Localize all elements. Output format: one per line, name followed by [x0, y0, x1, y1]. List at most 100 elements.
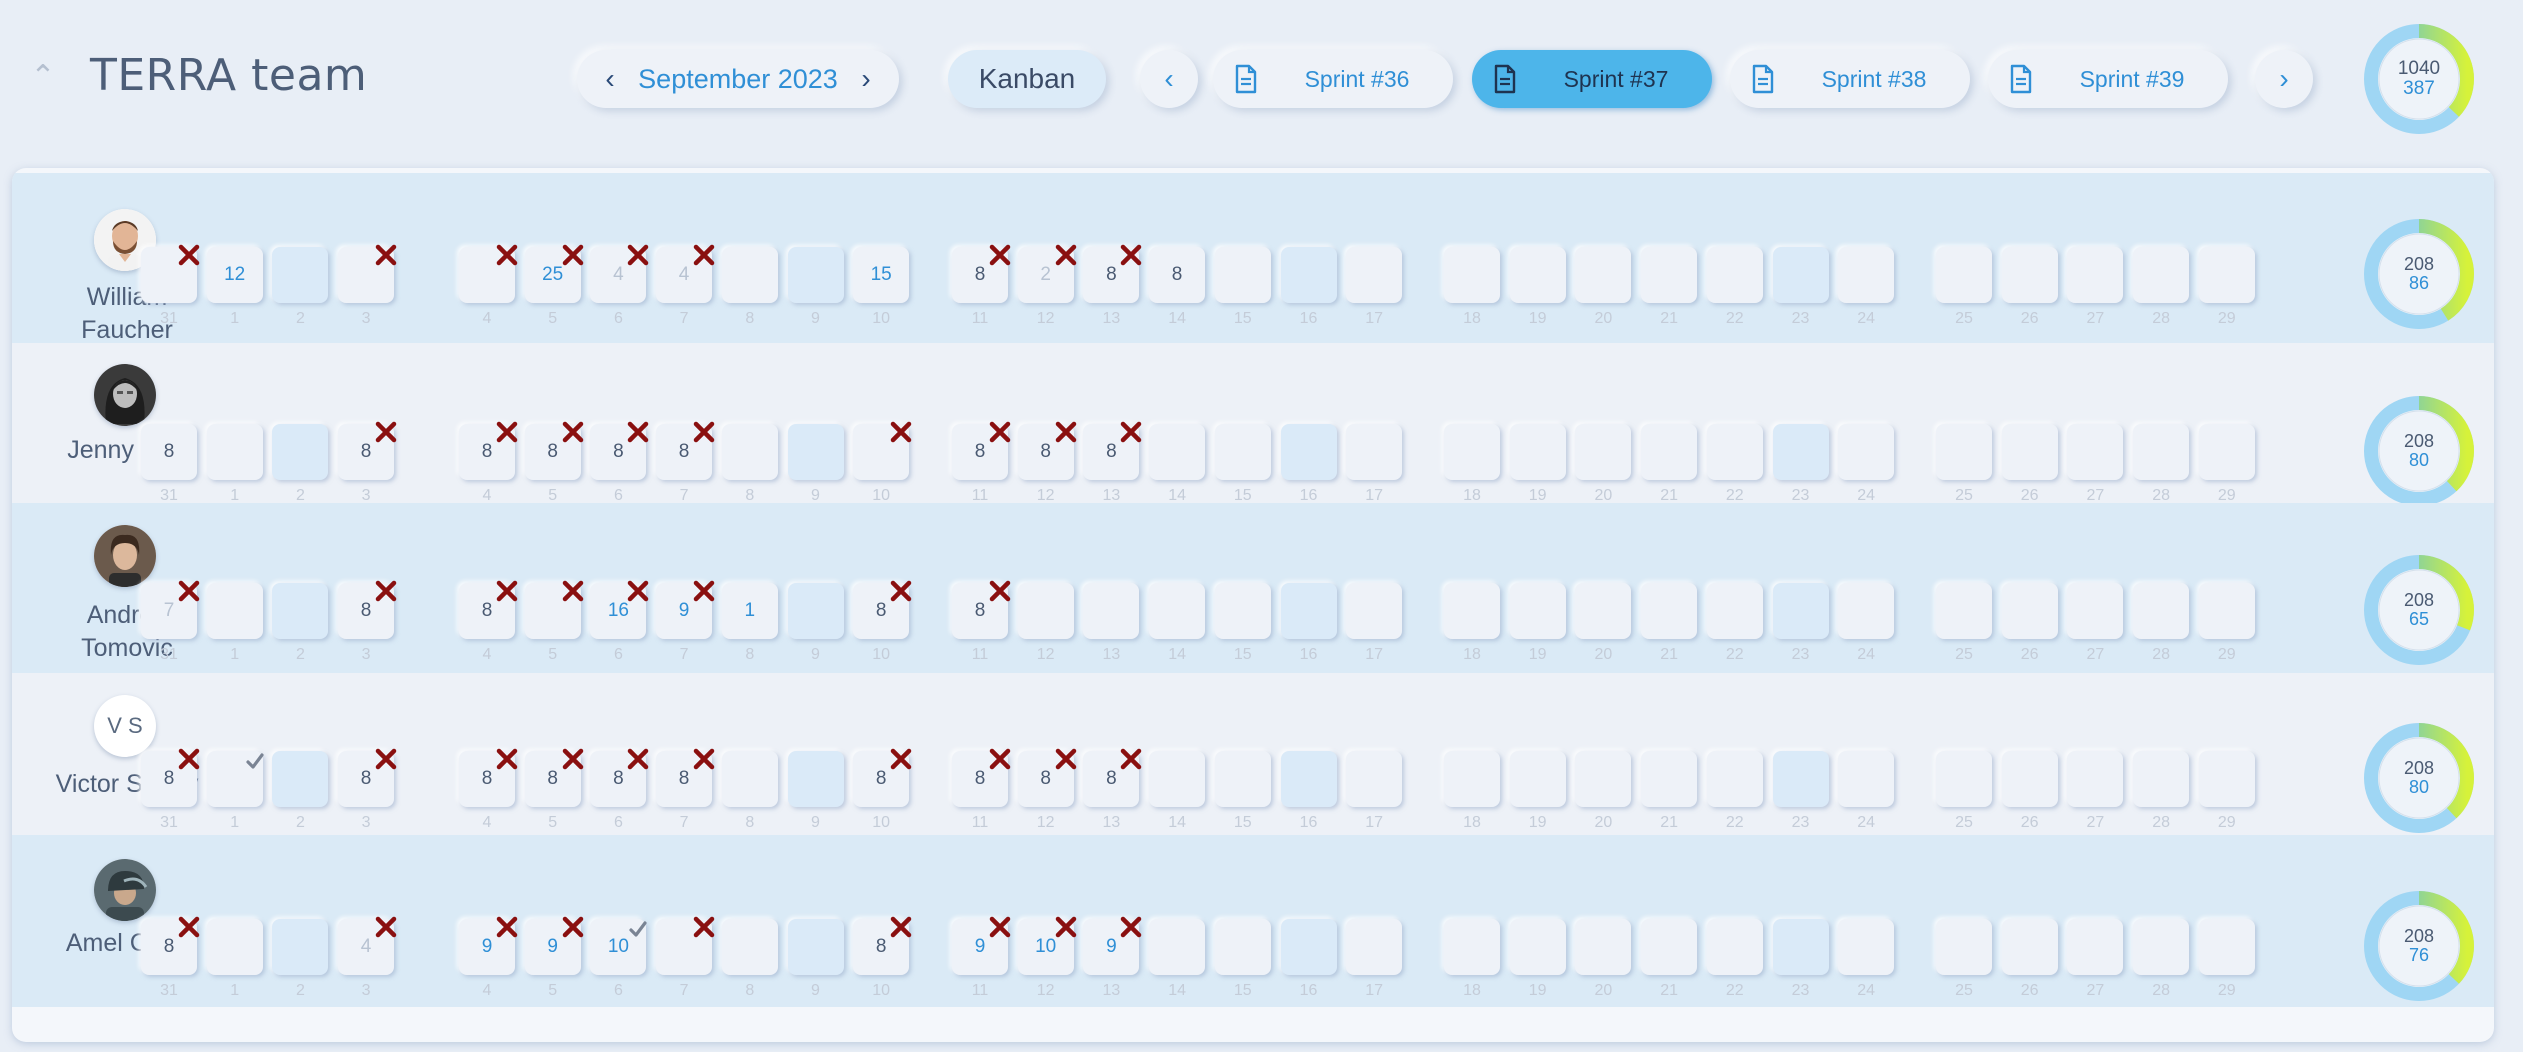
- day-cell[interactable]: [1509, 751, 1566, 807]
- day-cell[interactable]: [2198, 583, 2255, 639]
- day-cell[interactable]: [1575, 751, 1632, 807]
- day-cell[interactable]: 1: [721, 583, 778, 639]
- day-cell[interactable]: [206, 583, 263, 639]
- day-cell[interactable]: 8: [524, 421, 583, 480]
- day-cell[interactable]: [2067, 247, 2124, 303]
- day-cell[interactable]: [1149, 424, 1206, 480]
- day-cell[interactable]: [1444, 919, 1500, 975]
- next-month-chevron-right-icon[interactable]: ›: [851, 63, 881, 95]
- day-cell[interactable]: 8: [1083, 421, 1142, 480]
- day-cell[interactable]: [1641, 583, 1698, 639]
- day-cell[interactable]: 8: [1083, 748, 1142, 807]
- day-cell[interactable]: [1149, 751, 1206, 807]
- day-cell[interactable]: [1575, 919, 1632, 975]
- collapse-chevron-up-icon[interactable]: ⌃: [28, 62, 58, 92]
- day-cell[interactable]: [1838, 751, 1895, 807]
- day-cell[interactable]: [272, 424, 329, 480]
- day-cell[interactable]: [2133, 919, 2190, 975]
- day-cell[interactable]: 8: [952, 421, 1011, 480]
- day-cell[interactable]: 15: [853, 247, 910, 303]
- day-cell[interactable]: 25: [524, 244, 583, 303]
- day-cell[interactable]: [2001, 583, 2058, 639]
- day-cell[interactable]: [1346, 247, 1403, 303]
- day-cell[interactable]: [2001, 424, 2058, 480]
- day-cell[interactable]: 8: [952, 580, 1011, 639]
- day-cell[interactable]: 10: [590, 919, 647, 975]
- day-cell[interactable]: [1214, 583, 1271, 639]
- day-cell[interactable]: [338, 244, 397, 303]
- day-cell[interactable]: [1575, 583, 1632, 639]
- day-cell[interactable]: [787, 751, 844, 807]
- day-cell[interactable]: 8: [1149, 247, 1206, 303]
- day-cell[interactable]: [1641, 751, 1698, 807]
- day-cell[interactable]: [1280, 583, 1337, 639]
- day-cell[interactable]: [1706, 583, 1763, 639]
- next-sprints-chevron-right-icon[interactable]: ›: [2255, 50, 2313, 108]
- day-cell[interactable]: [206, 919, 263, 975]
- day-cell[interactable]: 8: [141, 916, 200, 975]
- day-cell[interactable]: [1280, 247, 1337, 303]
- day-cell[interactable]: [206, 751, 264, 807]
- day-cell[interactable]: [1706, 247, 1763, 303]
- day-cell[interactable]: 8: [853, 748, 912, 807]
- day-cell[interactable]: [1149, 919, 1206, 975]
- day-cell[interactable]: [2133, 247, 2190, 303]
- day-cell[interactable]: [1346, 424, 1403, 480]
- day-cell[interactable]: [1444, 583, 1500, 639]
- day-cell[interactable]: [1509, 919, 1566, 975]
- day-cell[interactable]: [2001, 751, 2058, 807]
- day-cell[interactable]: 8: [338, 748, 397, 807]
- day-cell[interactable]: 10: [1017, 916, 1076, 975]
- day-cell[interactable]: [1280, 751, 1337, 807]
- day-cell[interactable]: 8: [141, 748, 200, 807]
- day-cell[interactable]: [1017, 583, 1074, 639]
- sprint-tab-36[interactable]: Sprint #36: [1213, 50, 1453, 108]
- day-cell[interactable]: 9: [952, 916, 1011, 975]
- day-cell[interactable]: [2001, 247, 2058, 303]
- day-cell[interactable]: [787, 919, 844, 975]
- day-cell[interactable]: [2133, 751, 2190, 807]
- day-cell[interactable]: [787, 247, 844, 303]
- day-cell[interactable]: 9: [1083, 916, 1142, 975]
- day-cell[interactable]: 8: [853, 916, 912, 975]
- day-cell[interactable]: 8: [459, 580, 518, 639]
- day-cell[interactable]: [721, 424, 778, 480]
- day-cell[interactable]: [1706, 424, 1763, 480]
- day-cell[interactable]: [1149, 583, 1206, 639]
- day-cell[interactable]: [1280, 919, 1337, 975]
- day-cell[interactable]: 4: [338, 916, 397, 975]
- day-cell[interactable]: [721, 751, 778, 807]
- day-cell[interactable]: [1838, 919, 1895, 975]
- day-cell[interactable]: [1936, 424, 1992, 480]
- day-cell[interactable]: [1509, 247, 1566, 303]
- day-cell[interactable]: [1936, 919, 1992, 975]
- prev-month-chevron-left-icon[interactable]: ‹: [595, 63, 625, 95]
- day-cell[interactable]: [2067, 919, 2124, 975]
- day-cell[interactable]: 8: [1017, 421, 1076, 480]
- sprint-tab-38[interactable]: Sprint #38: [1730, 50, 1970, 108]
- day-cell[interactable]: 12: [206, 247, 263, 303]
- day-cell[interactable]: [787, 424, 844, 480]
- day-cell[interactable]: [206, 424, 263, 480]
- month-label[interactable]: September 2023: [638, 64, 838, 95]
- day-cell[interactable]: [1772, 919, 1829, 975]
- day-cell[interactable]: [2067, 424, 2124, 480]
- day-cell[interactable]: 9: [524, 916, 583, 975]
- day-cell[interactable]: [721, 247, 778, 303]
- day-cell[interactable]: 8: [459, 748, 518, 807]
- day-cell[interactable]: 8: [590, 421, 649, 480]
- day-cell[interactable]: [1214, 919, 1271, 975]
- day-cell[interactable]: 8: [590, 748, 649, 807]
- day-cell[interactable]: [1346, 583, 1403, 639]
- day-cell[interactable]: [1346, 919, 1403, 975]
- kanban-button[interactable]: Kanban: [948, 50, 1106, 108]
- day-cell[interactable]: 8: [338, 421, 397, 480]
- day-cell[interactable]: [1444, 751, 1500, 807]
- day-cell[interactable]: 8: [1017, 748, 1076, 807]
- day-cell[interactable]: [1838, 247, 1895, 303]
- day-cell[interactable]: 8: [1083, 244, 1142, 303]
- day-cell[interactable]: 16: [590, 580, 649, 639]
- day-cell[interactable]: 8: [656, 748, 715, 807]
- day-cell[interactable]: 9: [459, 916, 518, 975]
- day-cell[interactable]: [1838, 583, 1895, 639]
